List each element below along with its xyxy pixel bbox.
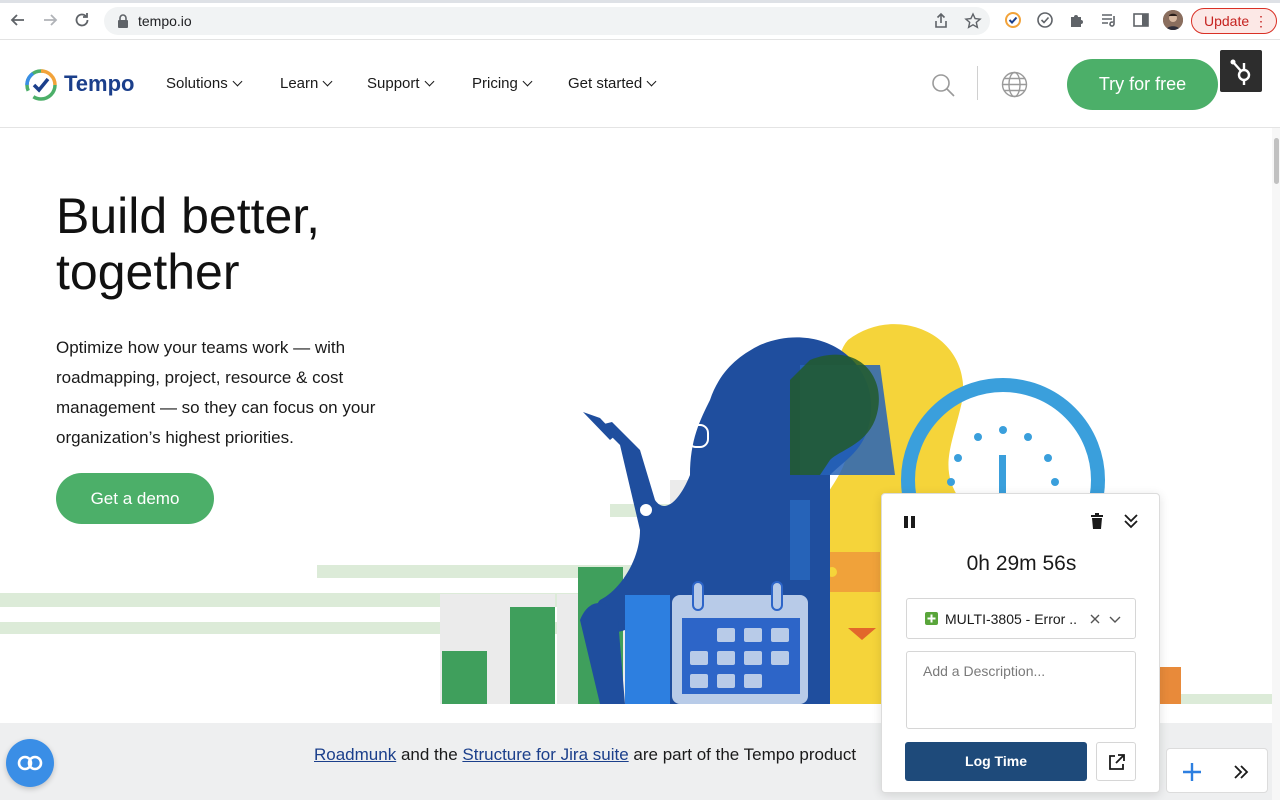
address-bar[interactable]: tempo.io	[104, 7, 990, 35]
chevron-down-icon	[424, 76, 434, 87]
url-text: tempo.io	[138, 13, 192, 29]
tempo-logo[interactable]: Tempo	[24, 66, 144, 102]
chevron-down-icon	[232, 76, 243, 87]
nav-label: Learn	[280, 75, 319, 92]
band-text-1: and the	[396, 745, 463, 764]
side-panel-icon[interactable]	[1132, 11, 1150, 29]
tempo-extension-icon[interactable]	[1004, 11, 1022, 29]
search-icon[interactable]	[930, 72, 956, 98]
issue-selector[interactable]: MULTI-3805 - Error ..	[906, 598, 1136, 639]
back-icon[interactable]	[8, 10, 28, 30]
hero-title: Build better, together	[56, 188, 476, 300]
reload-icon[interactable]	[72, 10, 92, 30]
nav-label: Pricing	[472, 75, 518, 92]
roadmunk-link[interactable]: Roadmunk	[314, 745, 396, 764]
time-tracker-widget: 0h 29m 56s MULTI-3805 - Error .. Add a D…	[881, 493, 1160, 793]
extensions-puzzle-icon[interactable]	[1068, 11, 1086, 29]
check-circle-icon[interactable]	[1036, 11, 1054, 29]
nav-get-started[interactable]: Get started	[568, 75, 657, 92]
tempo-logo-icon	[25, 69, 57, 101]
chat-launcher-icon[interactable]	[6, 739, 54, 787]
clear-icon[interactable]	[1088, 612, 1102, 626]
nav-label: Solutions	[166, 75, 228, 92]
nav-learn[interactable]: Learn	[280, 75, 333, 92]
update-label: Update	[1204, 13, 1250, 29]
chevron-down-icon[interactable]	[1108, 612, 1122, 626]
header-divider	[977, 66, 978, 100]
media-queue-icon[interactable]	[1100, 11, 1118, 29]
logo-wordmark: Tempo	[64, 71, 135, 96]
log-time-button[interactable]: Log Time	[905, 742, 1087, 781]
forward-icon[interactable]	[40, 10, 60, 30]
try-for-free-button[interactable]: Try for free	[1067, 59, 1218, 110]
expand-double-chevron-icon[interactable]	[1231, 762, 1251, 782]
collapse-double-chevron-icon[interactable]	[1122, 512, 1140, 530]
description-input[interactable]: Add a Description...	[906, 651, 1136, 729]
browser-toolbar: tempo.io Update ⋮	[0, 0, 1280, 40]
nav-pricing[interactable]: Pricing	[472, 75, 533, 92]
hubspot-icon[interactable]	[1220, 50, 1262, 92]
trash-icon[interactable]	[1088, 512, 1106, 530]
menu-kebab-icon: ⋮	[1254, 13, 1268, 29]
description-placeholder: Add a Description...	[923, 663, 1046, 679]
external-link-icon	[1109, 754, 1125, 770]
nav-label: Support	[367, 75, 420, 92]
band-text-2: are part of the Tempo product	[628, 745, 857, 764]
globe-icon[interactable]	[1001, 71, 1028, 98]
nav-solutions[interactable]: Solutions	[166, 75, 243, 92]
pause-icon[interactable]	[902, 514, 918, 530]
bookmark-star-icon[interactable]	[964, 12, 982, 30]
selected-issue: MULTI-3805 - Error ..	[945, 611, 1077, 627]
nav-support[interactable]: Support	[367, 75, 434, 92]
tab-strip-edge	[0, 0, 1280, 3]
band-text: Roadmunk and the Structure for Jira suit…	[314, 745, 856, 765]
scrollbar-thumb[interactable]	[1274, 138, 1279, 184]
widget-toolbar	[1166, 748, 1268, 793]
add-icon[interactable]	[1181, 761, 1203, 783]
update-button[interactable]: Update ⋮	[1191, 8, 1277, 34]
nav-label: Get started	[568, 75, 643, 92]
profile-avatar[interactable]	[1163, 10, 1183, 30]
hero-title-line1: Build better,	[56, 188, 321, 244]
chevron-down-icon	[522, 76, 533, 87]
page-scrollbar[interactable]	[1272, 128, 1280, 800]
share-icon[interactable]	[932, 12, 950, 30]
structure-link[interactable]: Structure for Jira suite	[462, 745, 628, 764]
chevron-down-icon	[646, 76, 657, 87]
issue-type-icon	[925, 612, 938, 625]
hero-title-line2: together	[56, 244, 240, 300]
elapsed-time: 0h 29m 56s	[966, 552, 1077, 575]
lock-icon[interactable]	[116, 13, 130, 29]
site-header: Tempo Solutions Learn Support Pricing Ge…	[0, 40, 1280, 128]
open-external-button[interactable]	[1096, 742, 1136, 781]
chevron-down-icon	[322, 76, 333, 87]
